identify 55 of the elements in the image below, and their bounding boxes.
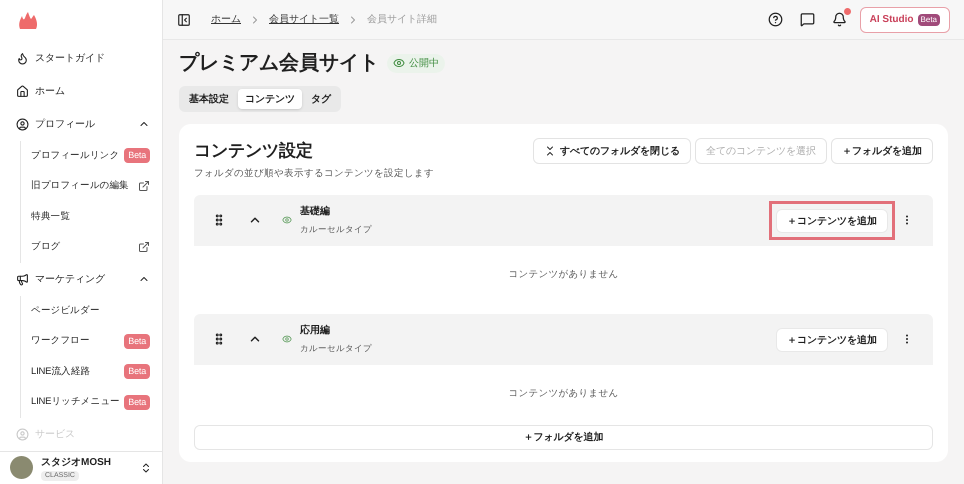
breadcrumb-link[interactable]: 会員サイト一覧 <box>269 12 339 27</box>
tab[interactable]: コンテンツ <box>238 89 302 109</box>
ai-studio-button[interactable]: AI Studio Beta <box>860 6 950 32</box>
chat-icon[interactable] <box>800 12 815 27</box>
sidebar-item-icon <box>16 84 29 98</box>
beta-badge: Beta <box>124 334 150 349</box>
sidebar-subitem[interactable]: プロフィールリンク Beta <box>31 140 150 172</box>
sidebar-item[interactable]: マーケティング <box>16 262 150 296</box>
beta-badge: Beta <box>124 148 150 164</box>
collapse-icon <box>544 145 556 157</box>
beta-badge: Beta <box>124 394 150 410</box>
sidebar-subitem[interactable]: ブログ <box>31 232 150 263</box>
sidebar-item-icon <box>16 118 29 131</box>
add-folder-button[interactable]: ＋フォルダを追加 <box>194 424 933 450</box>
sidebar-item-icon <box>16 52 29 65</box>
folder-type: カルーセルタイプ <box>300 223 373 236</box>
add-content-button[interactable]: ＋コンテンツを追加 <box>776 328 888 352</box>
action-button[interactable]: ＋フォルダを追加 <box>831 138 933 164</box>
card-subtitle: フォルダの並び順や表示するコンテンツを設定します <box>194 166 435 180</box>
folder-name: 基礎編 <box>300 204 331 220</box>
empty-message: コンテンツがありません <box>508 268 618 282</box>
empty-message: コンテンツがありません <box>508 386 618 401</box>
external-link-icon <box>138 241 150 254</box>
tab[interactable]: タグ <box>304 89 338 109</box>
sidebar-item[interactable]: プロフィール <box>16 108 150 141</box>
sidebar-subitem[interactable]: 旧プロフィールの編集 <box>31 171 150 202</box>
folder-name: 応用編 <box>300 323 331 338</box>
avatar <box>10 456 33 480</box>
eye-icon <box>282 334 292 344</box>
status-badge: 公開中 <box>387 54 445 72</box>
sidebar-item[interactable]: スタートガイド <box>16 42 150 75</box>
flame-logo-icon[interactable] <box>18 12 38 30</box>
chevron-updown-icon <box>140 462 152 474</box>
page-title: プレミアム会員サイト <box>179 50 379 76</box>
breadcrumb-link[interactable]: ホーム <box>211 12 241 27</box>
sidebar-subitem[interactable]: ページビルダー <box>31 296 150 326</box>
external-link-icon <box>138 180 150 192</box>
beta-badge: Beta <box>124 364 150 380</box>
sidebar-subitem[interactable]: LINEリッチメニュー Beta <box>31 387 150 418</box>
tab[interactable]: 基本設定 <box>182 89 236 109</box>
help-icon[interactable] <box>768 12 783 27</box>
sidebar-item-icon <box>16 272 29 286</box>
sidebar-subitem[interactable]: LINE流入経路 Beta <box>31 356 150 388</box>
sidebar-toggle-icon[interactable] <box>177 12 191 26</box>
action-button[interactable]: すべてのフォルダを閉じる <box>533 138 691 164</box>
sidebar-subitem[interactable]: 特典一覧 <box>31 202 150 232</box>
card-title: コンテンツ設定 <box>194 140 314 162</box>
add-content-button[interactable]: ＋コンテンツを追加 <box>776 209 888 233</box>
folder-type: カルーセルタイプ <box>300 342 373 356</box>
sidebar-item-icon <box>16 428 29 441</box>
account-name: スタジオMOSH <box>41 456 111 470</box>
notification-bell-icon[interactable] <box>832 12 847 27</box>
eye-icon <box>282 215 292 226</box>
sidebar-item[interactable]: ホーム <box>16 74 150 108</box>
sidebar-subitem[interactable]: ワークフロー Beta <box>31 326 150 357</box>
